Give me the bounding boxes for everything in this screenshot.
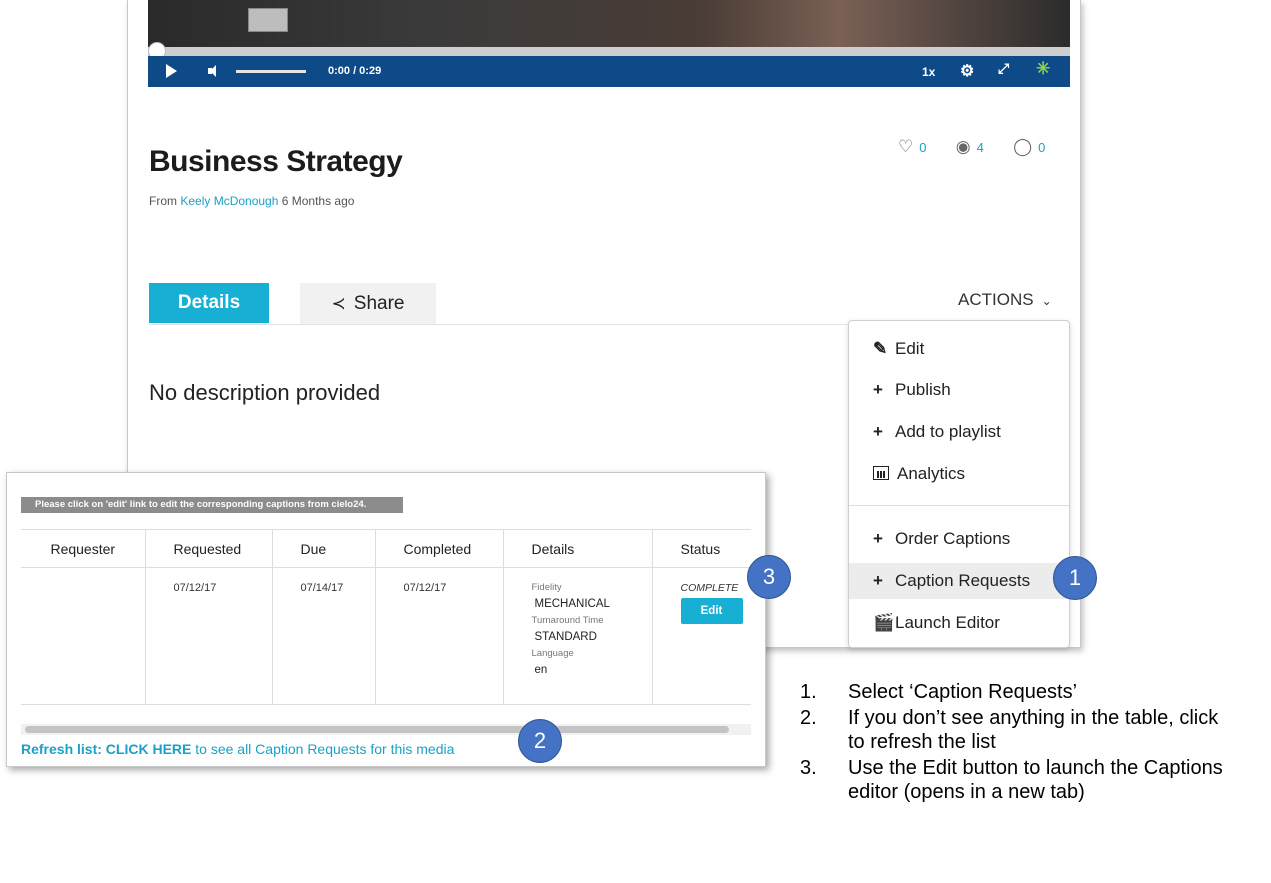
language-value: en	[534, 664, 548, 676]
cell-requested: 07/12/17	[145, 567, 273, 705]
callout-3: 3	[747, 555, 791, 599]
table-row: 07/12/17 07/14/17 07/12/17 Fidelity MECH…	[21, 567, 751, 705]
player-control-bar: 0:00 / 0:29 1x ⚙ ⤢ ✳	[148, 56, 1070, 87]
menu-item-publish[interactable]: + Publish	[849, 372, 1069, 408]
playback-speed-button[interactable]: 1x	[922, 65, 935, 79]
analytics-icon	[873, 466, 889, 480]
kaltura-brand-icon: ✳	[1036, 59, 1051, 78]
instruction-item: 1. Select ‘Caption Requests’	[800, 680, 1240, 704]
instruction-item: 3. Use the Edit button to launch the Capt…	[800, 756, 1240, 804]
turnaround-value: STANDARD	[534, 631, 597, 643]
menu-item-label: Analytics	[897, 464, 966, 483]
column-header-requested: Requested	[145, 529, 273, 568]
hint-banner: Please click on 'edit' link to edit the …	[21, 497, 403, 513]
play-icon[interactable]	[166, 64, 177, 78]
column-header-details: Details	[503, 529, 653, 568]
video-scene-detail	[248, 8, 288, 32]
actions-dropdown-toggle[interactable]: ACTIONS ⌄	[958, 290, 1052, 310]
cell-completed: 07/12/17	[375, 567, 504, 705]
callout-1: 1	[1053, 556, 1097, 600]
menu-item-launch-editor[interactable]: 🎬Launch Editor	[849, 605, 1069, 641]
engagement-stats: ♡ 0 ◉ 4 ◯ 0	[898, 137, 1049, 157]
clapperboard-icon: 🎬	[873, 613, 895, 632]
eye-icon: ◉	[955, 137, 971, 156]
playback-progress-track[interactable]	[148, 47, 1070, 56]
menu-item-label: Caption Requests	[895, 571, 1031, 590]
instruction-number: 2.	[800, 707, 817, 729]
fullscreen-icon[interactable]: ⤢	[998, 60, 1009, 77]
column-header-due: Due	[272, 529, 376, 568]
caption-requests-table: Requester Requested Due Completed Detail…	[21, 529, 751, 705]
media-age: 6 Months ago	[278, 194, 355, 208]
chevron-down-icon: ⌄	[1041, 294, 1052, 308]
menu-item-edit[interactable]: ✎ Edit	[849, 331, 1069, 367]
menu-item-label: Order Captions	[895, 529, 1011, 548]
plus-icon: +	[873, 571, 883, 590]
column-header-requester: Requester	[21, 529, 146, 568]
actions-label: ACTIONS	[958, 290, 1034, 309]
time-display: 0:00 / 0:29	[328, 65, 382, 77]
instructions-list: 1. Select ‘Caption Requests’ 2. If you don…	[800, 680, 1240, 806]
comment-icon[interactable]: ◯	[1013, 137, 1032, 156]
plus-icon: +	[873, 380, 883, 399]
menu-item-analytics[interactable]: Analytics	[849, 456, 1069, 492]
share-icon: ≺	[331, 294, 346, 313]
menu-item-order-captions[interactable]: + Order Captions	[849, 521, 1069, 557]
cell-status: COMPLETE Edit	[652, 567, 751, 705]
tab-details[interactable]: Details	[149, 283, 269, 323]
menu-item-label: Publish	[895, 380, 951, 399]
menu-item-caption-requests[interactable]: + Caption Requests	[849, 563, 1069, 599]
menu-item-label: Launch Editor	[895, 613, 1000, 632]
volume-icon[interactable]	[208, 65, 216, 77]
cell-due: 07/14/17	[272, 567, 376, 705]
menu-item-label: Add to playlist	[895, 422, 1001, 441]
likes-count: 0	[919, 140, 927, 155]
instruction-number: 1.	[800, 681, 817, 703]
gear-icon[interactable]: ⚙	[960, 61, 974, 81]
table-header-row: Requester Requested Due Completed Detail…	[21, 529, 751, 568]
pencil-icon: ✎	[873, 339, 888, 358]
horizontal-scrollbar-thumb[interactable]	[25, 726, 729, 733]
cell-details: Fidelity MECHANICAL Turnaround Time STAN…	[503, 567, 653, 705]
instruction-text: Select ‘Caption Requests’	[848, 681, 1078, 703]
turnaround-label: Turnaround Time	[531, 615, 604, 626]
column-header-completed: Completed	[375, 529, 504, 568]
views-count: 4	[976, 140, 984, 155]
plus-icon: +	[873, 422, 883, 441]
language-label: Language	[531, 648, 574, 659]
plus-icon: +	[873, 529, 883, 548]
page-title: Business Strategy	[149, 145, 403, 178]
refresh-link-strong[interactable]: Refresh list: CLICK HERE	[21, 741, 191, 757]
comments-count: 0	[1038, 140, 1046, 155]
fidelity-value: MECHANICAL	[534, 598, 610, 610]
author-link[interactable]: Keely McDonough	[180, 194, 278, 208]
tab-share[interactable]: ≺ Share	[300, 283, 436, 325]
caption-requests-panel: Please click on 'edit' link to edit the …	[6, 472, 766, 767]
instruction-number: 3.	[800, 757, 817, 779]
media-description: No description provided	[149, 380, 381, 405]
cell-requester	[21, 567, 146, 705]
status-badge: COMPLETE	[680, 582, 739, 594]
instruction-item: 2. If you don’t see anything in the table…	[800, 706, 1240, 754]
refresh-list-link[interactable]: Refresh list: CLICK HERE to see all Capt…	[21, 741, 454, 757]
fidelity-label: Fidelity	[531, 582, 562, 593]
menu-item-label: Edit	[895, 339, 925, 358]
menu-item-add-to-playlist[interactable]: + Add to playlist	[849, 414, 1069, 450]
menu-divider	[849, 505, 1069, 506]
column-header-status: Status	[652, 529, 751, 568]
tab-share-label: Share	[353, 293, 405, 314]
media-byline: From Keely McDonough 6 Months ago	[149, 194, 354, 208]
callout-2: 2	[518, 719, 562, 763]
video-frame[interactable]	[148, 0, 1070, 48]
refresh-link-rest: to see all Caption Requests for this med…	[191, 741, 455, 757]
byline-prefix: From	[149, 194, 181, 208]
instruction-text: Use the Edit button to launch the Captio…	[848, 757, 1223, 803]
volume-slider[interactable]	[236, 70, 306, 73]
edit-caption-button[interactable]: Edit	[680, 598, 743, 624]
actions-menu: ✎ Edit + Publish + Add to playlist Analytic…	[848, 320, 1070, 648]
instruction-text: If you don’t see anything in the table, …	[848, 707, 1219, 753]
heart-icon[interactable]: ♡	[898, 137, 913, 156]
